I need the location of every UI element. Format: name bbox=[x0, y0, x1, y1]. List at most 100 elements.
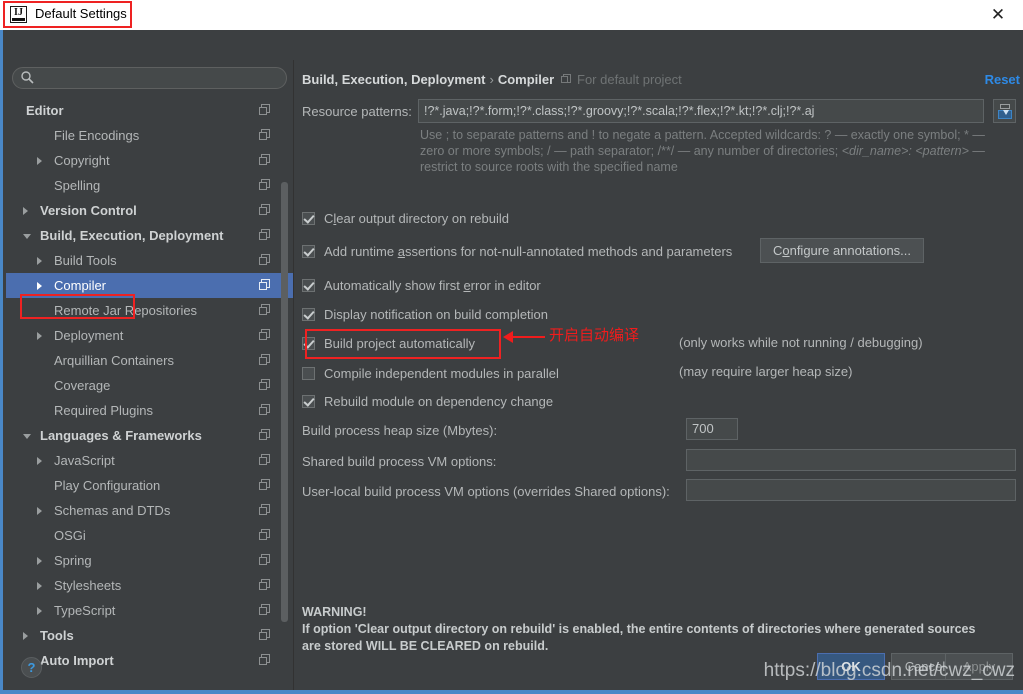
copy-settings-icon[interactable] bbox=[259, 279, 271, 291]
chevron-right-icon[interactable] bbox=[37, 507, 42, 515]
chevron-right-icon[interactable] bbox=[37, 157, 42, 165]
annotation-text: 开启自动编译 bbox=[549, 324, 639, 345]
resource-patterns-input[interactable]: !?*.java;!?*.form;!?*.class;!?*.groovy;!… bbox=[418, 99, 984, 123]
sidebar-item-build-tools[interactable]: Build Tools bbox=[6, 248, 293, 273]
chevron-right-icon[interactable] bbox=[37, 332, 42, 340]
chevron-down-icon[interactable] bbox=[23, 434, 31, 443]
copy-settings-icon[interactable] bbox=[259, 429, 271, 441]
shared-vm-options-input[interactable] bbox=[686, 449, 1016, 471]
expand-patterns-button[interactable] bbox=[993, 99, 1016, 123]
sidebar-scrollbar-track[interactable] bbox=[281, 182, 288, 622]
settings-tree[interactable]: EditorFile EncodingsCopyrightSpellingVer… bbox=[6, 98, 293, 668]
sidebar-item-stylesheets[interactable]: Stylesheets bbox=[6, 573, 293, 598]
sidebar-item-auto-import[interactable]: Auto Import bbox=[6, 648, 293, 668]
label-pre: Compile independent modules in parallel bbox=[324, 366, 559, 381]
checkbox-box[interactable] bbox=[302, 308, 315, 321]
sidebar-item-label: Version Control bbox=[40, 198, 137, 223]
warning-title: WARNING! bbox=[302, 604, 1016, 621]
copy-settings-icon[interactable] bbox=[259, 154, 271, 166]
sidebar-item-schemas-and-dtds[interactable]: Schemas and DTDs bbox=[6, 498, 293, 523]
sidebar-item-label: File Encodings bbox=[54, 123, 139, 148]
copy-settings-icon[interactable] bbox=[259, 454, 271, 466]
sidebar-item-osgi[interactable]: OSGi bbox=[6, 523, 293, 548]
userlocal-vm-options-input[interactable] bbox=[686, 479, 1016, 501]
chevron-right-icon[interactable] bbox=[37, 557, 42, 565]
chevron-right-icon[interactable] bbox=[37, 457, 42, 465]
sidebar-item-deployment[interactable]: Deployment bbox=[6, 323, 293, 348]
default-project-icon bbox=[561, 74, 572, 85]
checkbox-box[interactable] bbox=[302, 279, 315, 292]
sidebar-item-label: Required Plugins bbox=[54, 398, 153, 423]
chevron-down-icon[interactable] bbox=[23, 234, 31, 243]
copy-settings-icon[interactable] bbox=[259, 129, 271, 141]
sidebar-item-remote-jar-repositories[interactable]: Remote Jar Repositories bbox=[6, 298, 293, 323]
copy-settings-icon[interactable] bbox=[259, 229, 271, 241]
chevron-right-icon[interactable] bbox=[37, 582, 42, 590]
sidebar-item-build-execution-deployment[interactable]: Build, Execution, Deployment bbox=[6, 223, 293, 248]
bottom-accent-bar bbox=[3, 690, 1023, 694]
help-button[interactable]: ? bbox=[21, 657, 42, 678]
chevron-right-icon[interactable] bbox=[37, 282, 42, 290]
sidebar-item-editor[interactable]: Editor bbox=[6, 98, 293, 123]
sidebar-item-spelling[interactable]: Spelling bbox=[6, 173, 293, 198]
sidebar-item-javascript[interactable]: JavaScript bbox=[6, 448, 293, 473]
label-post: ssertions for not-null-annotated methods… bbox=[405, 244, 732, 259]
chevron-right-icon[interactable] bbox=[23, 207, 28, 215]
reset-link[interactable]: Reset bbox=[985, 72, 1020, 87]
label-pre: C bbox=[324, 211, 333, 226]
checkbox-box[interactable] bbox=[302, 395, 315, 408]
copy-settings-icon[interactable] bbox=[259, 329, 271, 341]
resource-patterns-label: Resource patterns: bbox=[302, 104, 412, 119]
copy-settings-icon[interactable] bbox=[259, 104, 271, 116]
copy-settings-icon[interactable] bbox=[259, 379, 271, 391]
copy-settings-icon[interactable] bbox=[259, 629, 271, 641]
sidebar-item-version-control[interactable]: Version Control bbox=[6, 198, 293, 223]
sidebar-item-label: Spring bbox=[54, 548, 92, 573]
sidebar-item-required-plugins[interactable]: Required Plugins bbox=[6, 398, 293, 423]
sidebar-item-file-encodings[interactable]: File Encodings bbox=[6, 123, 293, 148]
chevron-right-icon[interactable] bbox=[37, 607, 42, 615]
sidebar-item-play-configuration[interactable]: Play Configuration bbox=[6, 473, 293, 498]
compiler-settings-panel: Build, Execution, Deployment›Compiler Fo… bbox=[294, 60, 1023, 690]
copy-settings-icon[interactable] bbox=[259, 404, 271, 416]
sidebar-item-copyright[interactable]: Copyright bbox=[6, 148, 293, 173]
sidebar-item-typescript[interactable]: TypeScript bbox=[6, 598, 293, 623]
copy-settings-icon[interactable] bbox=[259, 354, 271, 366]
copy-settings-icon[interactable] bbox=[259, 179, 271, 191]
sidebar-item-languages-frameworks[interactable]: Languages & Frameworks bbox=[6, 423, 293, 448]
chevron-right-icon[interactable] bbox=[23, 632, 28, 640]
chevron-right-icon[interactable] bbox=[37, 257, 42, 265]
sidebar-item-coverage[interactable]: Coverage bbox=[6, 373, 293, 398]
copy-settings-icon[interactable] bbox=[259, 554, 271, 566]
sidebar-item-spring[interactable]: Spring bbox=[6, 548, 293, 573]
close-icon[interactable]: ✕ bbox=[981, 3, 1015, 27]
checkbox-box[interactable] bbox=[302, 245, 315, 258]
copy-settings-icon[interactable] bbox=[259, 529, 271, 541]
breadcrumb-parent[interactable]: Build, Execution, Deployment bbox=[302, 72, 485, 87]
checkbox-box[interactable] bbox=[302, 337, 315, 350]
conf-mn: o bbox=[782, 243, 789, 258]
checkbox-label: Compile independent modules in parallel bbox=[324, 365, 559, 383]
watermark: https://blog.csdn.net/cwz_cwz bbox=[764, 660, 1015, 682]
heap-size-input[interactable]: 700 bbox=[686, 418, 738, 440]
copy-settings-icon[interactable] bbox=[259, 604, 271, 616]
copy-settings-icon[interactable] bbox=[259, 254, 271, 266]
copy-settings-icon[interactable] bbox=[259, 479, 271, 491]
copy-settings-icon[interactable] bbox=[259, 504, 271, 516]
note-autobuild: (only works while not running / debuggin… bbox=[679, 335, 923, 350]
copy-settings-icon[interactable] bbox=[259, 654, 271, 666]
copy-settings-icon[interactable] bbox=[259, 204, 271, 216]
copy-settings-icon[interactable] bbox=[259, 579, 271, 591]
checkbox-box[interactable] bbox=[302, 212, 315, 225]
sidebar-scrollbar-thumb[interactable] bbox=[281, 182, 288, 622]
checkbox-box[interactable] bbox=[302, 367, 315, 380]
title-highlight-annotation bbox=[3, 1, 132, 28]
search-input[interactable] bbox=[12, 67, 287, 89]
configure-annotations-button[interactable]: Configure annotations... bbox=[760, 238, 924, 263]
sidebar-item-tools[interactable]: Tools bbox=[6, 623, 293, 648]
userlocal-vm-options-label: User-local build process VM options (ove… bbox=[302, 484, 670, 499]
sidebar-item-compiler[interactable]: Compiler bbox=[6, 273, 293, 298]
note-parallel: (may require larger heap size) bbox=[679, 364, 852, 379]
copy-settings-icon[interactable] bbox=[259, 304, 271, 316]
sidebar-item-arquillian-containers[interactable]: Arquillian Containers bbox=[6, 348, 293, 373]
